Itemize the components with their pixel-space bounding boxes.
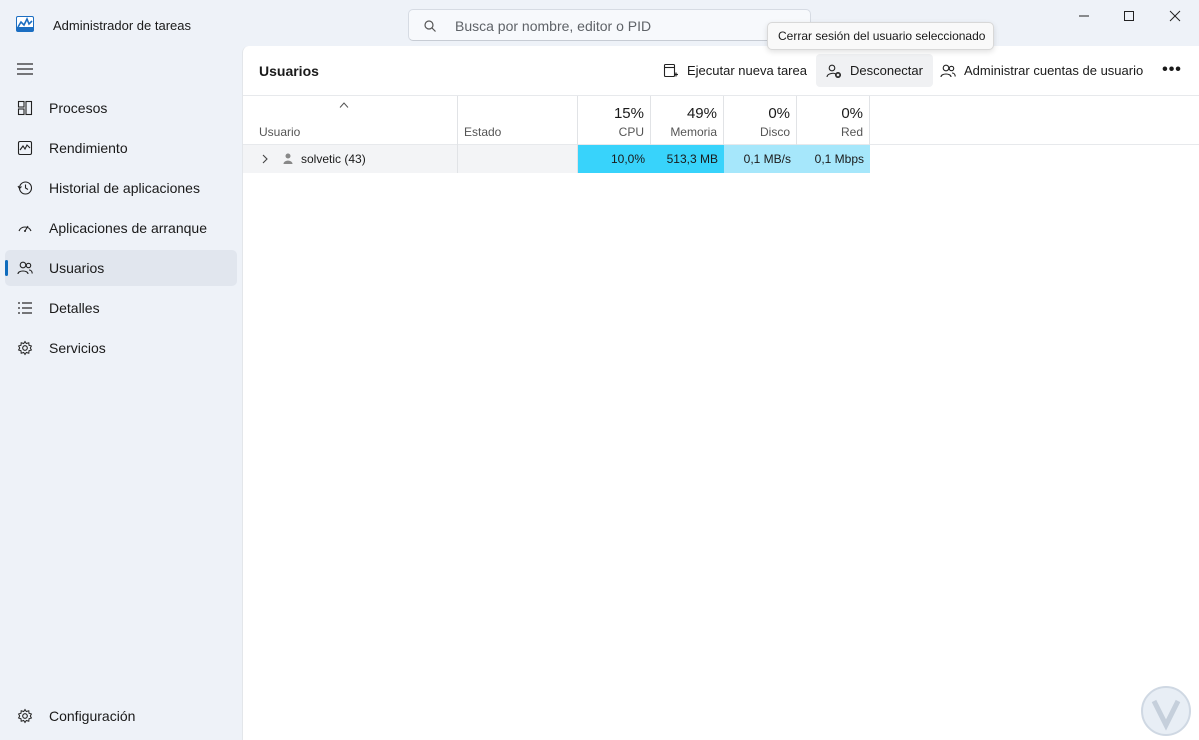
minimize-button[interactable]: [1061, 0, 1107, 32]
column-label-status: Estado: [464, 125, 502, 139]
cell-user: solvetic (43): [243, 145, 458, 173]
sidebar-item-label: Procesos: [49, 100, 108, 116]
maximize-icon: [1124, 11, 1134, 21]
disconnect-label: Desconectar: [850, 63, 923, 78]
main-header: Usuarios Ejecutar nueva tarea Desconecta…: [243, 46, 1199, 96]
sidebar-item-label: Usuarios: [49, 260, 105, 276]
disconnect-tooltip: Cerrar sesión del usuario seleccionado: [767, 22, 994, 50]
close-button[interactable]: [1152, 0, 1198, 32]
cell-cpu: 10,0%: [578, 145, 651, 173]
sidebar-item-detalles[interactable]: Detalles: [5, 290, 237, 326]
disconnect-user-icon: [826, 64, 841, 78]
sidebar-item-label: Servicios: [49, 340, 106, 356]
cell-disk: 0,1 MB/s: [724, 145, 797, 173]
manage-user-accounts-label: Administrar cuentas de usuario: [964, 63, 1144, 78]
hamburger-icon: [17, 63, 33, 75]
page-title: Usuarios: [259, 63, 319, 79]
sidebar-item-historial[interactable]: Historial de aplicaciones: [5, 170, 237, 206]
sidebar-item-label: Rendimiento: [49, 140, 128, 156]
sidebar-item-rendimiento[interactable]: Rendimiento: [5, 130, 237, 166]
search-placeholder[interactable]: Busca por nombre, editor o PID: [455, 18, 651, 34]
processes-grid-icon: [17, 100, 33, 116]
watermark-logo-icon: [1141, 686, 1191, 736]
history-icon: [17, 181, 33, 195]
column-label-cpu: CPU: [618, 125, 644, 139]
sidebar-item-usuarios[interactable]: Usuarios: [5, 250, 237, 286]
cpu-total-percent: 15%: [613, 105, 644, 122]
app-title: Administrador de tareas: [53, 18, 192, 33]
column-label-network: Red: [840, 125, 863, 139]
column-header-status[interactable]: Estado: [458, 96, 578, 145]
sidebar-item-label: Historial de aplicaciones: [49, 180, 200, 196]
column-header-user[interactable]: Usuario: [243, 96, 458, 145]
disk-total-percent: 0%: [768, 105, 790, 122]
user-name: solvetic (43): [301, 152, 366, 166]
more-options-icon: •••: [1162, 61, 1182, 78]
startup-gauge-icon: [18, 225, 32, 232]
sidebar-item-procesos[interactable]: Procesos: [5, 90, 237, 126]
run-new-task-label: Ejecutar nueva tarea: [687, 63, 807, 78]
disconnect-button[interactable]: Desconectar: [816, 54, 933, 87]
table-header: Usuario Estado 15% CPU 49% Memoria 0% Di…: [243, 96, 1199, 145]
cell-network: 0,1 Mbps: [797, 145, 870, 173]
run-task-icon: [663, 63, 678, 77]
column-header-memory[interactable]: 49% Memoria: [651, 96, 724, 145]
search-box[interactable]: Busca por nombre, editor o PID: [408, 9, 811, 41]
title-bar: Administrador de tareas Busca por nombre…: [0, 0, 1199, 48]
navigation-menu-button[interactable]: [10, 56, 40, 82]
sidebar-item-label: Detalles: [49, 300, 100, 316]
more-options-button[interactable]: •••: [1157, 56, 1187, 84]
maximize-button[interactable]: [1106, 0, 1152, 32]
column-header-network[interactable]: 0% Red: [797, 96, 870, 145]
memory-total-percent: 49%: [686, 105, 717, 122]
minimize-icon: [1079, 15, 1089, 17]
details-list-icon: [18, 302, 32, 314]
column-header-cpu[interactable]: 15% CPU: [578, 96, 651, 145]
close-icon: [1169, 10, 1181, 22]
sidebar-item-arranque[interactable]: Aplicaciones de arranque: [5, 210, 237, 246]
sort-ascending-icon: [339, 102, 349, 108]
manage-user-accounts-button[interactable]: Administrar cuentas de usuario: [930, 54, 1153, 87]
column-label-user: Usuario: [259, 125, 301, 139]
sidebar-item-configuracion[interactable]: Configuración: [5, 698, 237, 734]
users-icon: [17, 261, 33, 275]
sidebar-item-servicios[interactable]: Servicios: [5, 330, 237, 366]
column-label-memory: Memoria: [670, 125, 717, 139]
performance-chart-icon: [17, 140, 33, 156]
task-manager-app-icon: [16, 16, 34, 32]
run-new-task-button[interactable]: Ejecutar nueva tarea: [653, 54, 817, 87]
user-icon: [283, 153, 293, 164]
sidebar-item-label: Configuración: [49, 708, 136, 724]
sidebar-nav: Procesos Rendimiento Historial de aplica…: [5, 90, 237, 370]
settings-gear-icon: [17, 708, 33, 724]
cell-memory: 513,3 MB: [651, 145, 724, 173]
column-header-disk[interactable]: 0% Disco: [724, 96, 797, 145]
main-panel: Usuarios Ejecutar nueva tarea Desconecta…: [242, 46, 1199, 740]
users-icon: [940, 64, 956, 77]
services-gear-icon: [17, 340, 33, 356]
network-total-percent: 0%: [841, 105, 863, 122]
chevron-right-icon[interactable]: [261, 154, 269, 164]
table-row[interactable]: solvetic (43) 10,0% 513,3 MB 0,1 MB/s 0,…: [243, 145, 870, 173]
search-icon: [424, 20, 436, 32]
column-label-disk: Disco: [759, 125, 790, 139]
cell-status: [458, 145, 578, 173]
sidebar-item-label: Aplicaciones de arranque: [49, 220, 207, 236]
